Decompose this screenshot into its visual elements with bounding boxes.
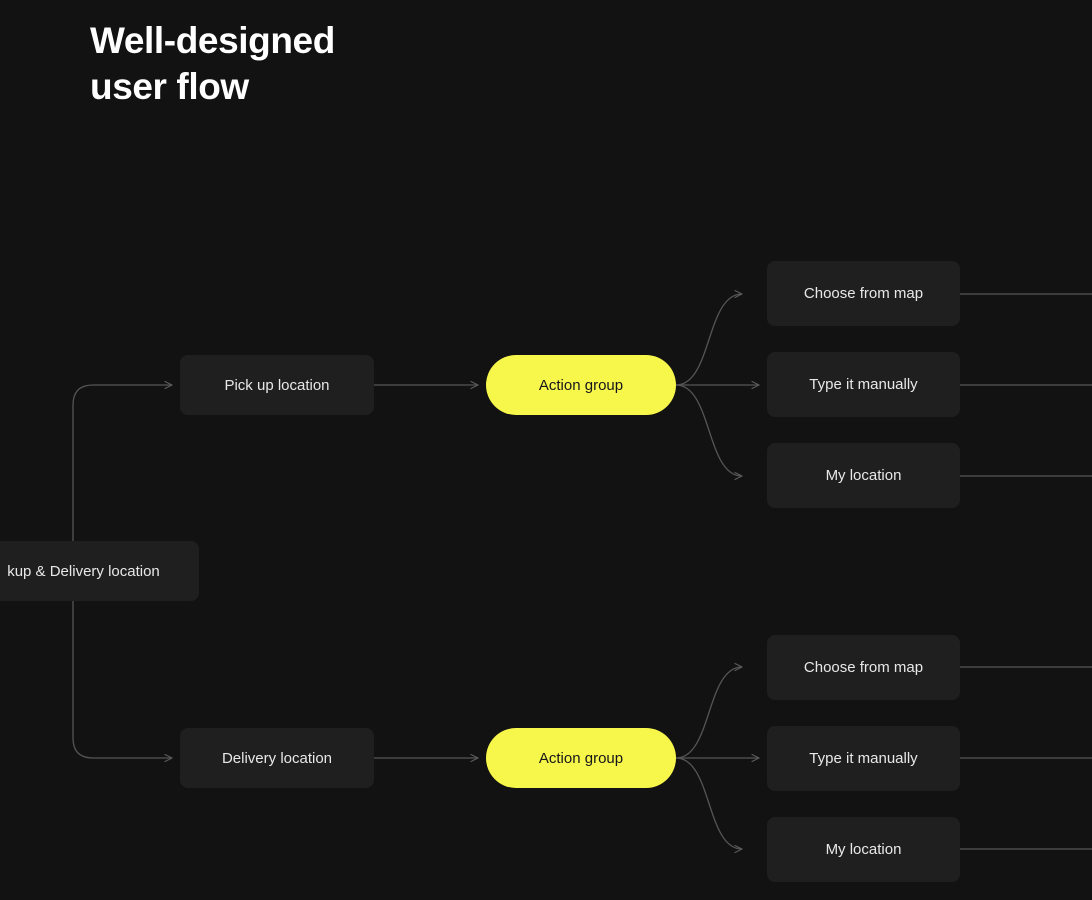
node-bot-manual[interactable]: Type it manually <box>767 726 960 791</box>
node-label: Action group <box>538 749 624 767</box>
node-label: Choose from map <box>803 659 924 676</box>
edge-action-bot-to-mylocation <box>675 757 743 854</box>
node-root[interactable]: kup & Delivery location <box>0 541 199 601</box>
node-top-map[interactable]: Choose from map <box>767 261 960 326</box>
node-label: Delivery location <box>221 749 333 767</box>
flow-canvas: Well-designed user flow kup & Delivery l… <box>0 0 1092 900</box>
edge-action-top-to-mylocation <box>675 384 743 481</box>
node-delivery[interactable]: Delivery location <box>180 728 374 788</box>
node-top-manual[interactable]: Type it manually <box>767 352 960 417</box>
node-bot-mylocation[interactable]: My location <box>767 817 960 882</box>
node-label: My location <box>825 841 902 858</box>
node-action-top[interactable]: Action group <box>486 355 676 415</box>
node-label: Type it manually <box>809 376 918 393</box>
edge-action-bot-to-map <box>675 662 743 759</box>
node-label: Type it manually <box>809 750 918 767</box>
node-bot-map[interactable]: Choose from map <box>767 635 960 700</box>
page-title: Well-designed user flow <box>90 20 335 107</box>
node-pickup[interactable]: Pick up location <box>180 355 374 415</box>
node-label: My location <box>825 467 902 484</box>
node-top-mylocation[interactable]: My location <box>767 443 960 508</box>
node-label: Choose from map <box>803 285 924 302</box>
node-action-bottom[interactable]: Action group <box>486 728 676 788</box>
node-label: Action group <box>538 376 624 394</box>
node-label: kup & Delivery location <box>7 562 160 580</box>
node-label: Pick up location <box>224 376 330 394</box>
edge-action-top-to-map <box>675 289 743 386</box>
